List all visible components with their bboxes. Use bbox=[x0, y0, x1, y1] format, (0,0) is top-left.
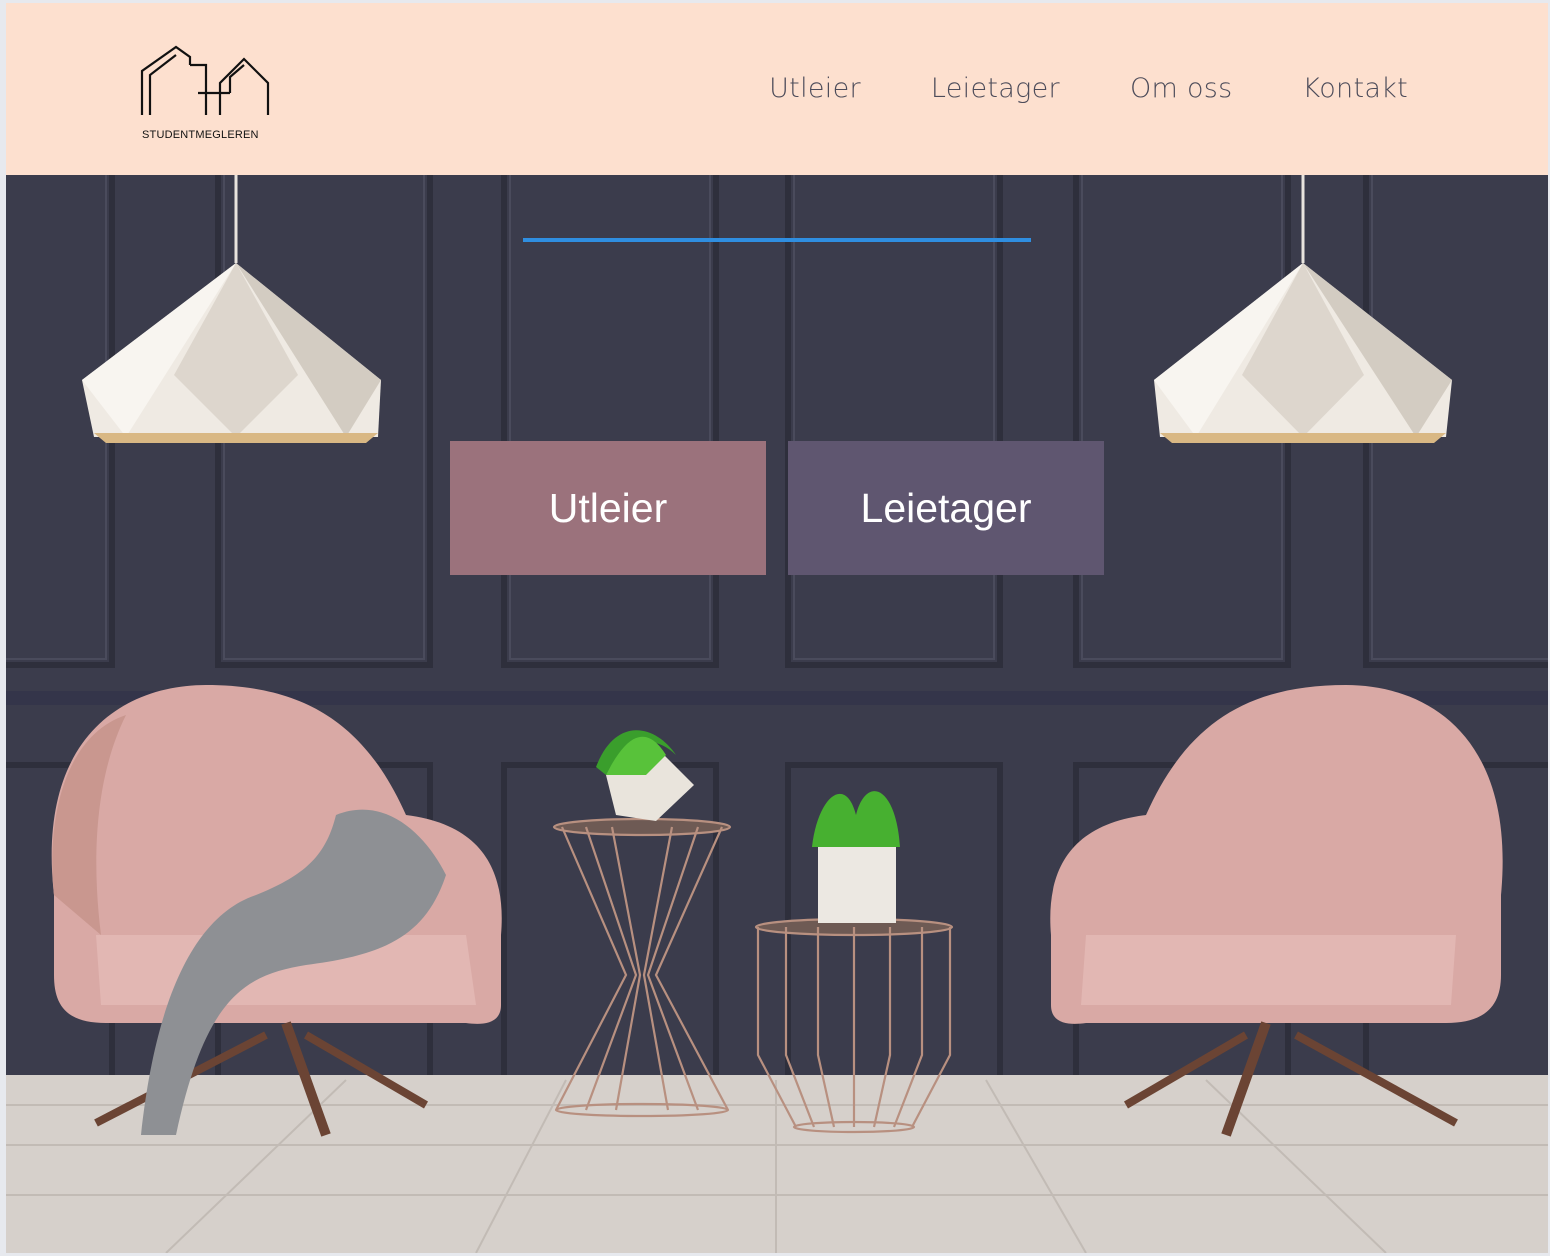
page-frame: STUDENTMEGLEREN Utleier Leietager Om oss… bbox=[6, 3, 1548, 1253]
brand-name: STUDENTMEGLEREN bbox=[142, 129, 259, 141]
nav-om-oss[interactable]: Om oss bbox=[1130, 73, 1233, 104]
site-header: STUDENTMEGLEREN Utleier Leietager Om oss… bbox=[6, 3, 1548, 175]
utleier-button[interactable]: Utleier bbox=[450, 441, 766, 575]
hero-interior-image bbox=[6, 175, 1548, 1253]
hero-section: Utleier Leietager bbox=[6, 175, 1548, 1253]
logo[interactable]: STUDENTMEGLEREN bbox=[140, 43, 272, 145]
nav-leietager[interactable]: Leietager bbox=[931, 73, 1060, 104]
nav-utleier[interactable]: Utleier bbox=[769, 73, 861, 104]
house-outline-logo-icon bbox=[140, 45, 270, 115]
accent-line bbox=[523, 238, 1031, 242]
nav-kontakt[interactable]: Kontakt bbox=[1303, 73, 1408, 104]
main-nav: Utleier Leietager Om oss Kontakt bbox=[769, 73, 1408, 104]
leietager-button[interactable]: Leietager bbox=[788, 441, 1104, 575]
